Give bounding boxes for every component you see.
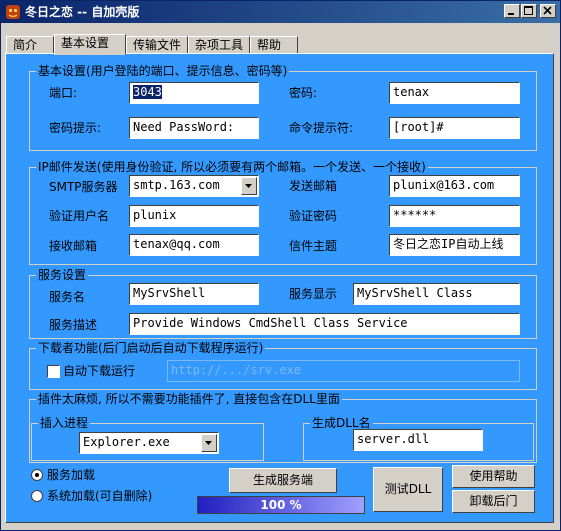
auth-password-label: 验证密码: [289, 209, 338, 223]
system-load-label: 系统加载(可自删除): [47, 489, 153, 503]
auth-username-label: 验证用户名: [49, 209, 110, 223]
minimize-icon: [508, 13, 514, 15]
service-display-label: 服务显示: [289, 287, 338, 301]
usage-help-button[interactable]: 使用帮助: [452, 465, 535, 488]
mail-settings-legend: IP邮件发送(使用身份验证, 所以必须要有两个邮箱。一个发送、一个接收): [36, 159, 428, 175]
service-description-label: 服务描述: [49, 318, 98, 332]
auth-password-input[interactable]: ******: [389, 205, 520, 227]
smtp-server-select[interactable]: smtp.163.com: [129, 175, 259, 197]
password-hint-label: 密码提示:: [49, 121, 102, 135]
test-dll-button[interactable]: 测试DLL: [373, 467, 443, 512]
auto-download-label: 自动下载运行: [63, 364, 136, 378]
tab-intro[interactable]: 简介: [6, 36, 54, 54]
progress-bar: 100 %: [197, 496, 365, 514]
port-input[interactable]: 3043: [129, 82, 259, 104]
command-prompt-input[interactable]: [root]#: [389, 117, 520, 139]
app-window: 冬日之恋 -- 自加壳版 简介 基本设置 传输文件 杂项工具 帮助 基本设置(用…: [0, 0, 561, 531]
generate-server-button[interactable]: 生成服务端: [229, 468, 337, 493]
inject-process-legend: 插入进程: [38, 415, 91, 431]
service-display-input[interactable]: MySrvShell Class: [353, 283, 520, 305]
receiver-email-input[interactable]: tenax@qq.com: [129, 234, 259, 256]
smtp-dropdown-button[interactable]: [241, 177, 257, 195]
inject-process-dropdown-button[interactable]: [201, 434, 217, 452]
downloader-legend: 下载者功能(后门启动后自动下载程序运行): [36, 340, 266, 356]
plugin-note: 插件太麻烦, 所以不需要功能插件了, 直接包含在DLL里面: [36, 391, 342, 407]
service-load-label: 服务加载: [47, 468, 96, 482]
mail-subject-label: 信件主题: [289, 239, 338, 253]
dll-name-input[interactable]: server.dll: [353, 429, 483, 451]
app-icon: [6, 5, 20, 19]
tab-misc-tools[interactable]: 杂项工具: [188, 36, 250, 54]
inject-process-select[interactable]: Explorer.exe: [79, 432, 219, 454]
title-bar[interactable]: 冬日之恋 -- 自加壳版: [1, 1, 560, 23]
password-hint-input[interactable]: Need PassWord:: [129, 117, 259, 139]
mail-subject-input[interactable]: 冬日之恋IP自动上线: [389, 234, 520, 256]
port-label: 端口:: [49, 86, 78, 100]
download-url-input[interactable]: http://.../srv.exe: [167, 360, 520, 382]
maximize-button[interactable]: [521, 4, 537, 18]
auto-download-checkbox[interactable]: [47, 365, 60, 378]
service-name-label: 服务名: [49, 290, 86, 304]
service-settings-legend: 服务设置: [36, 267, 89, 283]
receiver-email-label: 接收邮箱: [49, 239, 98, 253]
tab-help[interactable]: 帮助: [250, 36, 298, 54]
minimize-button[interactable]: [504, 4, 520, 18]
system-load-radio[interactable]: [31, 490, 43, 502]
chevron-down-icon: [205, 441, 212, 445]
sender-email-label: 发送邮箱: [289, 179, 338, 193]
service-load-radio[interactable]: [31, 469, 43, 481]
basic-settings-legend: 基本设置(用户登陆的端口、提示信息、密码等): [36, 63, 290, 79]
sender-email-input[interactable]: plunix@163.com: [389, 175, 520, 197]
tab-basic-settings[interactable]: 基本设置: [54, 34, 126, 55]
close-button[interactable]: [540, 4, 556, 18]
tab-transfer-files[interactable]: 传输文件: [126, 36, 188, 54]
command-prompt-label: 命令提示符:: [289, 121, 354, 135]
progress-text: 100 %: [260, 498, 302, 512]
maximize-icon: [524, 6, 533, 15]
service-name-input[interactable]: MySrvShell: [129, 283, 259, 305]
smtp-server-label: SMTP服务器: [49, 180, 118, 194]
auth-username-input[interactable]: plunix: [129, 205, 259, 227]
password-label: 密码:: [289, 86, 318, 100]
uninstall-backdoor-button[interactable]: 卸载后门: [452, 490, 535, 513]
radio-selected-dot: [35, 473, 39, 477]
close-icon: [543, 6, 552, 15]
window-title: 冬日之恋 -- 自加壳版: [25, 5, 140, 19]
chevron-down-icon: [245, 184, 252, 188]
password-input[interactable]: tenax: [389, 82, 520, 104]
service-description-input[interactable]: Provide Windows CmdShell Class Service: [129, 313, 520, 335]
